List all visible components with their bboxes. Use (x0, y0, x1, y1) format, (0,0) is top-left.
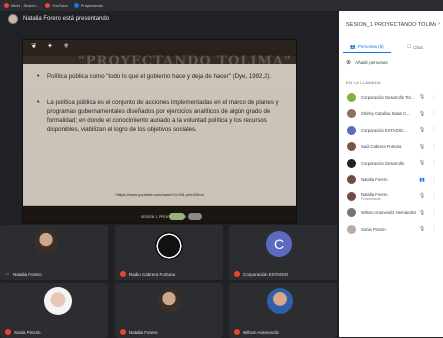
mic-off-icon: 🎙 (418, 193, 426, 200)
list-item[interactable]: Corporación Desarrollo Tol... 🎙 ⋮ (339, 89, 443, 106)
avatar (347, 92, 356, 102)
people-icon: 👥 (350, 43, 356, 49)
presenter-avatar (8, 14, 18, 24)
panel-tabs: 👥 Personas (9) ☐ Chat (343, 41, 439, 53)
participant-tile[interactable]: Natalia Forero (115, 283, 223, 338)
participant-photo (267, 288, 293, 314)
participant-tile[interactable]: Wilson Aramendiz (229, 283, 337, 338)
mic-off-icon: 🎙 (418, 127, 426, 134)
slide-footer: SESIÓN 1, PROYECTANDO (23, 205, 296, 223)
participant-list: Corporación Desarrollo Tol... 🎙 ⋮ Shirle… (339, 89, 443, 238)
section-label: EN LA LLAMADA (346, 80, 382, 85)
participant-name-label: Corporación ESTADIO (234, 271, 288, 277)
mic-off-icon (234, 329, 240, 335)
tab-label: YouTube (52, 3, 68, 8)
participant-name-label: Natalia Forero (120, 329, 158, 335)
add-person-icon: ⊕ (346, 60, 352, 66)
partner-logo-icon (169, 213, 185, 220)
participant-initial-avatar: C (266, 231, 292, 257)
meeting-title: SESIÓN_1 PROYECTANDO TOLIMA (346, 22, 436, 28)
list-item[interactable]: Natalia Forero Presentando 🎙 ⋮ (339, 188, 443, 205)
list-item[interactable]: Saúl Cabrera Fortuna 🎙 ⋮ (339, 139, 443, 156)
tab-favicon-icon (73, 3, 79, 8)
mic-on-icon: ▮▮ (419, 176, 425, 183)
mic-off-icon: 🎙 (418, 160, 426, 167)
more-icon[interactable]: ⋮ (428, 210, 440, 216)
avatar (347, 175, 356, 185)
participant-name-label: Radio Cabrera Fortuna (120, 271, 175, 277)
institution-logo-icon: ⚜ (63, 43, 70, 50)
list-item[interactable]: Corporación Desarrollo 🎙 ⋮ (339, 155, 443, 172)
partner-logo-icon (188, 213, 202, 220)
browser-tab[interactable]: YouTube (45, 3, 68, 8)
mic-off-icon: 🎙 (418, 226, 426, 233)
add-people-button[interactable]: ⊕ Añadir personas (346, 59, 388, 66)
mic-off-icon: 🎙 (418, 94, 426, 101)
people-panel: SESIÓN_1 PROYECTANDO TOLIMA › 👥 Personas… (339, 11, 443, 337)
more-icon[interactable]: ⋮ (428, 177, 440, 183)
presenter-bar: Natalia Forero está presentando (0, 11, 339, 27)
avatar (347, 109, 356, 119)
participant-photo (44, 287, 72, 315)
mic-off-icon (234, 271, 240, 277)
presenter-label: Natalia Forero está presentando (23, 16, 110, 22)
list-item[interactable]: Natalia Forero ▮▮ ⋮ (339, 172, 443, 189)
browser-tab[interactable]: Proyectando (73, 3, 104, 8)
participant-name-label: Wilson Aramendiz (234, 329, 279, 335)
participant-name-label: ⇔ Natalia Forero (5, 271, 42, 277)
list-item[interactable]: Shirley Catalina Salas C... 🎙 ⋮ (339, 106, 443, 123)
mic-off-icon: 🎙 (418, 143, 426, 150)
avatar (347, 208, 356, 218)
more-icon[interactable]: ⋮ (428, 226, 440, 232)
slide-link: *https://www.youtube.com/watch?v=K6-pIrm… (115, 192, 204, 197)
tab-label: Proyectando (80, 3, 104, 8)
list-item[interactable]: Corporación ESTADIO... 🎙 ⋮ (339, 122, 443, 139)
mic-off-icon (120, 271, 126, 277)
more-icon[interactable]: ⋮ (428, 160, 440, 166)
mic-off-icon: 🎙 (418, 209, 426, 216)
participant-photo (157, 289, 181, 313)
avatar (347, 142, 356, 152)
close-icon[interactable]: › (438, 21, 440, 27)
meeting-stage: Natalia Forero está presentando ❦ ✦ ⚜ "P… (0, 11, 339, 338)
institution-logo-icon: ✦ (47, 43, 53, 50)
more-icon[interactable]: ⋮ (428, 193, 440, 199)
slide-bullet: Política pública como "todo lo que el go… (37, 72, 287, 81)
avatar (347, 158, 356, 168)
participant-tile[interactable]: Sonia Pinzón (0, 283, 108, 338)
mic-off-icon (5, 329, 11, 335)
participant-tile[interactable]: C Corporación ESTADIO (229, 225, 337, 280)
tab-people[interactable]: 👥 Personas (9) (343, 41, 391, 53)
participant-tile[interactable]: Radio Cabrera Fortuna (115, 225, 223, 280)
participant-name-label: Sonia Pinzón (5, 329, 41, 335)
more-icon[interactable]: ⋮ (428, 144, 440, 150)
tab-chat[interactable]: ☐ Chat (391, 41, 439, 53)
tab-favicon-icon (4, 3, 9, 8)
pin-icon: ⇔ (5, 271, 10, 277)
more-icon[interactable]: ⋮ (428, 127, 440, 133)
slide-bullet: La política pública es el conjunto de ac… (37, 98, 287, 134)
institution-logo-icon: ❦ (31, 43, 37, 50)
presented-slide: ❦ ✦ ⚜ "PROYECTANDO TOLIMA" Política públ… (22, 39, 297, 224)
mic-off-icon: 🎙 (418, 110, 426, 117)
more-icon[interactable]: ⋮ (428, 94, 440, 100)
chat-icon: ☐ (407, 44, 412, 49)
avatar (347, 125, 356, 135)
browser-tab[interactable]: Meet - Sesión... (4, 3, 39, 8)
slide-content: Política pública como "todo lo que el go… (23, 64, 296, 206)
avatar (347, 191, 356, 201)
list-item[interactable]: Sonia Pinzón 🎙 ⋮ (339, 221, 443, 238)
participant-photo (34, 230, 58, 254)
browser-tab-bar: Meet - Sesión... YouTube Proyectando (0, 0, 443, 11)
more-icon[interactable]: ⋮ (428, 111, 440, 117)
avatar (347, 224, 356, 234)
mic-off-icon (120, 329, 126, 335)
tab-favicon-icon (45, 3, 51, 8)
list-item[interactable]: Wilson Aramendiz Hernández 🎙 ⋮ (339, 205, 443, 222)
tab-label: Meet - Sesión... (11, 3, 40, 8)
radio-logo-avatar (155, 232, 183, 260)
participant-tile[interactable]: ⇔ Natalia Forero (0, 225, 108, 280)
